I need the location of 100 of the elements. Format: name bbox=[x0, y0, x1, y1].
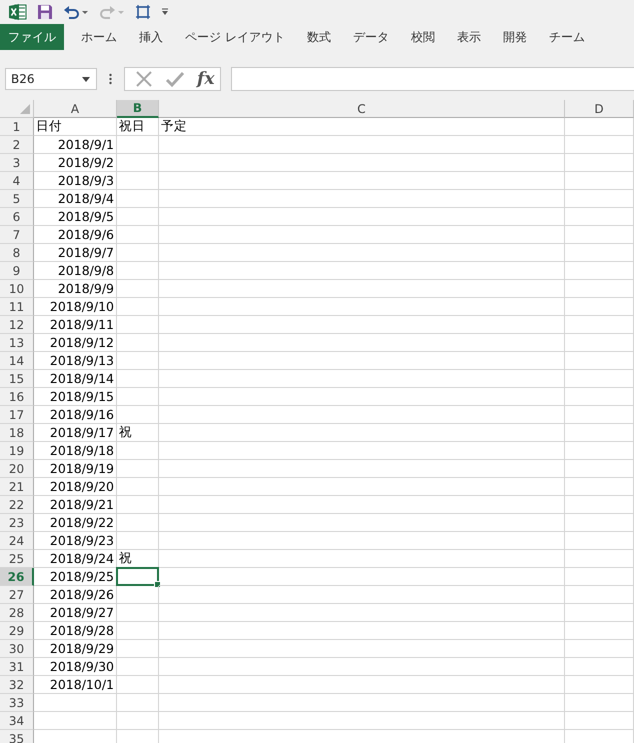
ribbon-tab[interactable]: ホーム bbox=[72, 24, 126, 50]
table-cell: 日付 bbox=[34, 118, 117, 136]
table-cell bbox=[117, 172, 159, 190]
row-header[interactable]: 2 bbox=[0, 136, 34, 154]
table-cell: 2018/9/8 bbox=[34, 262, 117, 280]
formula-input[interactable] bbox=[231, 67, 634, 91]
table-cell bbox=[565, 244, 634, 262]
table-cell: 2018/9/2 bbox=[34, 154, 117, 172]
table-cell: 2018/9/16 bbox=[34, 406, 117, 424]
row-header[interactable]: 24 bbox=[0, 532, 34, 550]
row-header[interactable]: 25 bbox=[0, 550, 34, 568]
touch-mode-icon[interactable] bbox=[135, 4, 151, 20]
column-header[interactable]: A bbox=[34, 100, 117, 118]
row-header[interactable]: 14 bbox=[0, 352, 34, 370]
row-header[interactable]: 8 bbox=[0, 244, 34, 262]
more-icon[interactable] bbox=[109, 73, 112, 85]
table-cell: 2018/9/1 bbox=[34, 136, 117, 154]
row-header[interactable]: 30 bbox=[0, 640, 34, 658]
table-cell: 2018/9/20 bbox=[34, 478, 117, 496]
row-header[interactable]: 16 bbox=[0, 388, 34, 406]
table-cell: 2018/9/14 bbox=[34, 370, 117, 388]
ribbon-tab[interactable]: 開発 bbox=[494, 24, 536, 50]
name-box[interactable]: B26 bbox=[5, 68, 97, 90]
table-cell bbox=[117, 334, 159, 352]
table-cell bbox=[565, 298, 634, 316]
row-header[interactable]: 27 bbox=[0, 586, 34, 604]
ribbon-tab[interactable]: データ bbox=[344, 24, 398, 50]
table-cell: 2018/9/15 bbox=[34, 388, 117, 406]
row-header[interactable]: 17 bbox=[0, 406, 34, 424]
file-tab[interactable]: ファイル bbox=[0, 24, 64, 50]
table-cell bbox=[565, 280, 634, 298]
table-cell bbox=[565, 154, 634, 172]
row-header[interactable]: 4 bbox=[0, 172, 34, 190]
table-cell bbox=[565, 586, 634, 604]
table-cell: 2018/9/28 bbox=[34, 622, 117, 640]
customize-dropdown-icon[interactable] bbox=[161, 8, 169, 16]
column-header[interactable]: B bbox=[117, 100, 159, 118]
table-cell bbox=[565, 478, 634, 496]
row-header[interactable]: 10 bbox=[0, 280, 34, 298]
column-header[interactable]: D bbox=[565, 100, 634, 118]
table-cell: 2018/9/26 bbox=[34, 586, 117, 604]
table-cell bbox=[117, 478, 159, 496]
row-header[interactable]: 11 bbox=[0, 298, 34, 316]
table-cell: 祝 bbox=[117, 424, 159, 442]
table-cell bbox=[565, 370, 634, 388]
save-icon[interactable] bbox=[37, 4, 53, 20]
table-cell bbox=[565, 658, 634, 676]
table-cell: 2018/9/22 bbox=[34, 514, 117, 532]
row-header[interactable]: 3 bbox=[0, 154, 34, 172]
row-header[interactable]: 28 bbox=[0, 604, 34, 622]
table-cell bbox=[117, 208, 159, 226]
table-cell: 2018/9/19 bbox=[34, 460, 117, 478]
table-cell bbox=[117, 298, 159, 316]
row-header[interactable]: 9 bbox=[0, 262, 34, 280]
row-header[interactable]: 1 bbox=[0, 118, 34, 136]
row-header[interactable]: 21 bbox=[0, 478, 34, 496]
table-cell bbox=[565, 694, 634, 712]
row-header[interactable]: 12 bbox=[0, 316, 34, 334]
check-icon[interactable] bbox=[165, 70, 185, 88]
row-header[interactable]: 22 bbox=[0, 496, 34, 514]
row-header[interactable]: 7 bbox=[0, 226, 34, 244]
table-cell bbox=[565, 352, 634, 370]
table-cell bbox=[565, 118, 634, 136]
table-cell: 2018/10/1 bbox=[34, 676, 117, 694]
row-header[interactable]: 15 bbox=[0, 370, 34, 388]
dropdown-icon[interactable] bbox=[82, 76, 90, 82]
row-header[interactable]: 34 bbox=[0, 712, 34, 730]
row-header[interactable]: 23 bbox=[0, 514, 34, 532]
column-header[interactable]: C bbox=[159, 100, 565, 118]
row-header[interactable]: 33 bbox=[0, 694, 34, 712]
ribbon-tab[interactable]: 表示 bbox=[448, 24, 490, 50]
row-header[interactable]: 18 bbox=[0, 424, 34, 442]
row-header[interactable]: 35 bbox=[0, 730, 34, 743]
row-header[interactable]: 5 bbox=[0, 190, 34, 208]
table-cell bbox=[117, 190, 159, 208]
row-header[interactable]: 31 bbox=[0, 658, 34, 676]
row-header[interactable]: 19 bbox=[0, 442, 34, 460]
ribbon-tab[interactable]: 挿入 bbox=[130, 24, 172, 50]
table-cell bbox=[117, 244, 159, 262]
row-header[interactable]: 13 bbox=[0, 334, 34, 352]
table-cell: 2018/9/21 bbox=[34, 496, 117, 514]
row-header[interactable]: 6 bbox=[0, 208, 34, 226]
table-cell bbox=[117, 262, 159, 280]
insert-function-button[interactable]: fx bbox=[197, 70, 214, 88]
table-cell: 2018/9/4 bbox=[34, 190, 117, 208]
ribbon-tab[interactable]: チーム bbox=[540, 24, 594, 50]
undo-icon[interactable] bbox=[63, 4, 89, 20]
table-cell: 2018/9/29 bbox=[34, 640, 117, 658]
table-cell: 2018/9/5 bbox=[34, 208, 117, 226]
table-cell bbox=[117, 622, 159, 640]
table-cell bbox=[565, 424, 634, 442]
row-header[interactable]: 20 bbox=[0, 460, 34, 478]
ribbon-tab[interactable]: 校閲 bbox=[402, 24, 444, 50]
ribbon-tab[interactable]: ページ レイアウト bbox=[176, 24, 294, 50]
row-header[interactable]: 32 bbox=[0, 676, 34, 694]
table-cell bbox=[565, 136, 634, 154]
row-header[interactable]: 26 bbox=[0, 568, 34, 586]
row-header[interactable]: 29 bbox=[0, 622, 34, 640]
ribbon-tab[interactable]: 数式 bbox=[298, 24, 340, 50]
table-cell bbox=[565, 640, 634, 658]
